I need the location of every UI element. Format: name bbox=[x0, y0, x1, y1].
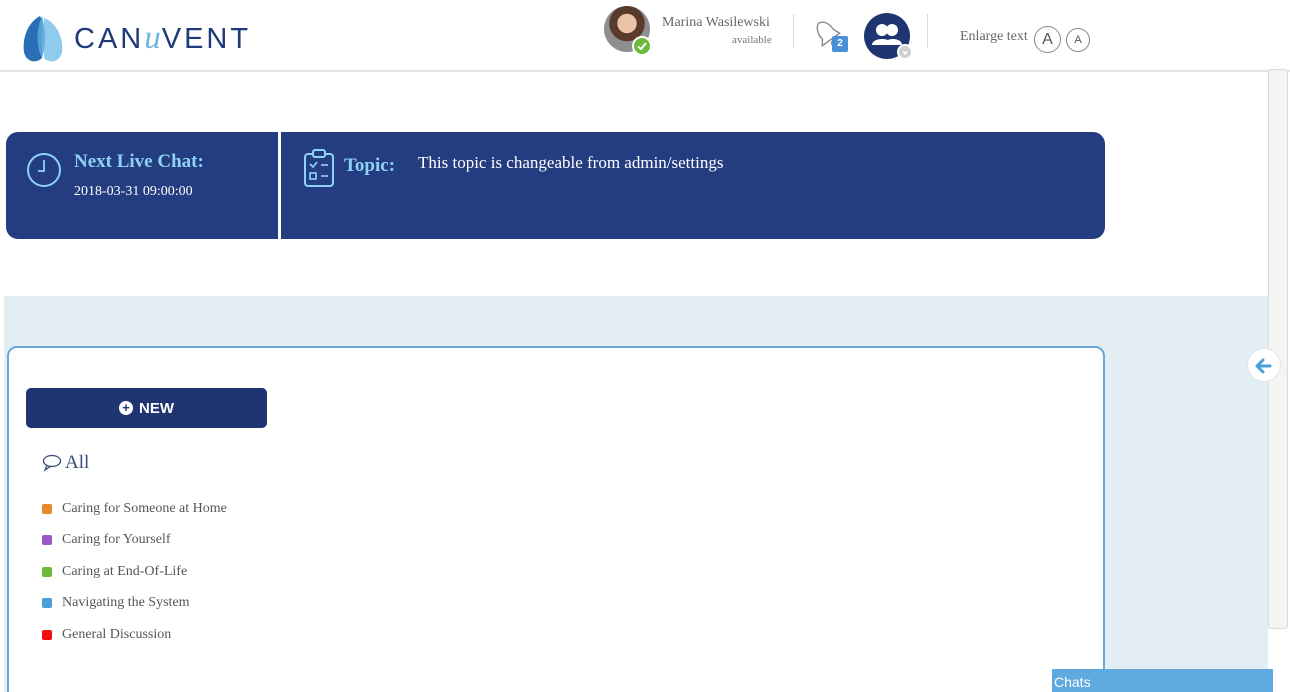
header-divider bbox=[927, 14, 928, 48]
category-item[interactable]: Caring for Someone at Home bbox=[42, 493, 227, 525]
user-profile[interactable]: Marina Wasilewski available bbox=[604, 6, 784, 56]
header-divider bbox=[793, 14, 794, 48]
category-color-swatch bbox=[42, 566, 52, 577]
category-item[interactable]: Caring for Yourself bbox=[42, 525, 227, 557]
next-live-chat-label: Next Live Chat: bbox=[74, 151, 204, 172]
category-item[interactable]: General Discussion bbox=[42, 619, 227, 651]
logo-wordmark: CANuVENT bbox=[74, 19, 252, 56]
topic-text: This topic is changeable from admin/sett… bbox=[418, 153, 724, 172]
expand-side-panel-button[interactable] bbox=[1247, 348, 1281, 382]
category-label: General Discussion bbox=[62, 626, 172, 642]
category-color-swatch bbox=[42, 598, 52, 609]
new-post-button[interactable]: + NEW bbox=[26, 388, 267, 428]
user-name: Marina Wasilewski bbox=[662, 15, 770, 30]
category-color-swatch bbox=[42, 503, 52, 514]
notification-count-badge: 2 bbox=[832, 36, 848, 52]
canuvent-logo[interactable]: CANuVENT bbox=[20, 12, 251, 64]
forum-card: + NEW All Caring for Someone at Home Car… bbox=[7, 346, 1105, 692]
category-color-swatch bbox=[42, 535, 52, 546]
font-size-small-button[interactable]: A bbox=[1066, 28, 1090, 52]
enlarge-text-label: Enlarge text bbox=[960, 29, 1028, 44]
clock-icon bbox=[27, 153, 61, 187]
category-label: Caring for Someone at Home bbox=[62, 500, 227, 516]
banner-divider bbox=[278, 132, 281, 239]
lungs-logo-icon bbox=[23, 16, 63, 62]
category-list: Caring for Someone at Home Caring for Yo… bbox=[42, 493, 227, 651]
font-size-large-button[interactable]: A bbox=[1034, 26, 1061, 53]
category-item[interactable]: Caring at End-Of-Life bbox=[42, 556, 227, 588]
category-label: Navigating the System bbox=[62, 595, 190, 611]
category-item[interactable]: Navigating the System bbox=[42, 588, 227, 620]
next-live-chat-datetime: 2018-03-31 09:00:00 bbox=[74, 184, 193, 199]
chats-tab[interactable]: Chats bbox=[1052, 669, 1273, 692]
new-button-label: NEW bbox=[139, 399, 174, 417]
category-color-swatch bbox=[42, 629, 52, 640]
online-status-check-icon bbox=[632, 36, 652, 56]
filter-all[interactable]: All bbox=[42, 452, 89, 474]
speech-bubble-icon bbox=[42, 454, 62, 472]
chats-tab-label: Chats bbox=[1054, 674, 1091, 690]
topic-label: Topic: bbox=[344, 155, 396, 176]
chevron-down-icon[interactable] bbox=[897, 44, 913, 60]
top-header: CANuVENT Marina Wasilewski available 2 E… bbox=[0, 0, 1290, 72]
clipboard-checklist-icon bbox=[304, 149, 334, 187]
arrow-left-icon bbox=[1255, 358, 1272, 374]
category-label: Caring at End-Of-Life bbox=[62, 563, 188, 579]
user-status: available bbox=[732, 34, 772, 46]
live-chat-banner: Next Live Chat: 2018-03-31 09:00:00 Topi… bbox=[6, 132, 1105, 239]
filter-all-label: All bbox=[65, 452, 90, 473]
category-label: Caring for Yourself bbox=[62, 532, 171, 548]
plus-circle-icon: + bbox=[119, 401, 133, 415]
notifications-button[interactable]: 2 bbox=[814, 16, 848, 54]
